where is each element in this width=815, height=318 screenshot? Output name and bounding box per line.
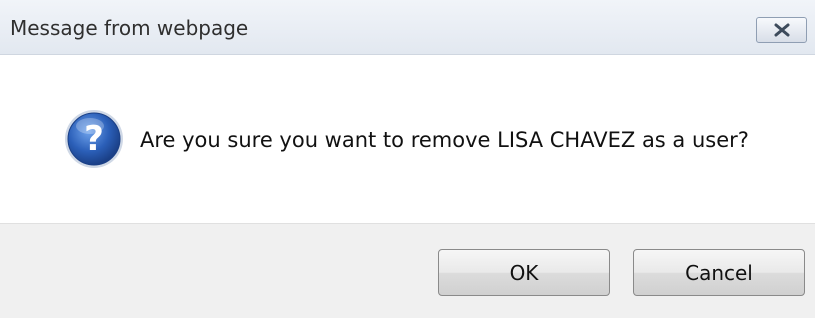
close-icon — [774, 23, 789, 37]
svg-text:?: ? — [84, 119, 104, 159]
button-bar: OK Cancel — [0, 223, 815, 318]
close-button[interactable] — [756, 17, 807, 43]
cancel-button[interactable]: Cancel — [633, 249, 805, 296]
dialog-message: Are you sure you want to remove LISA CHA… — [140, 128, 749, 152]
question-icon: ? — [65, 110, 123, 168]
window-title: Message from webpage — [10, 16, 249, 40]
dialog-content: ? Are you sure you want to remove LISA C… — [0, 55, 815, 223]
message-dialog: Message from webpage ? Are you sure you … — [0, 0, 815, 318]
ok-button[interactable]: OK — [438, 249, 610, 296]
title-bar: Message from webpage — [0, 0, 815, 55]
